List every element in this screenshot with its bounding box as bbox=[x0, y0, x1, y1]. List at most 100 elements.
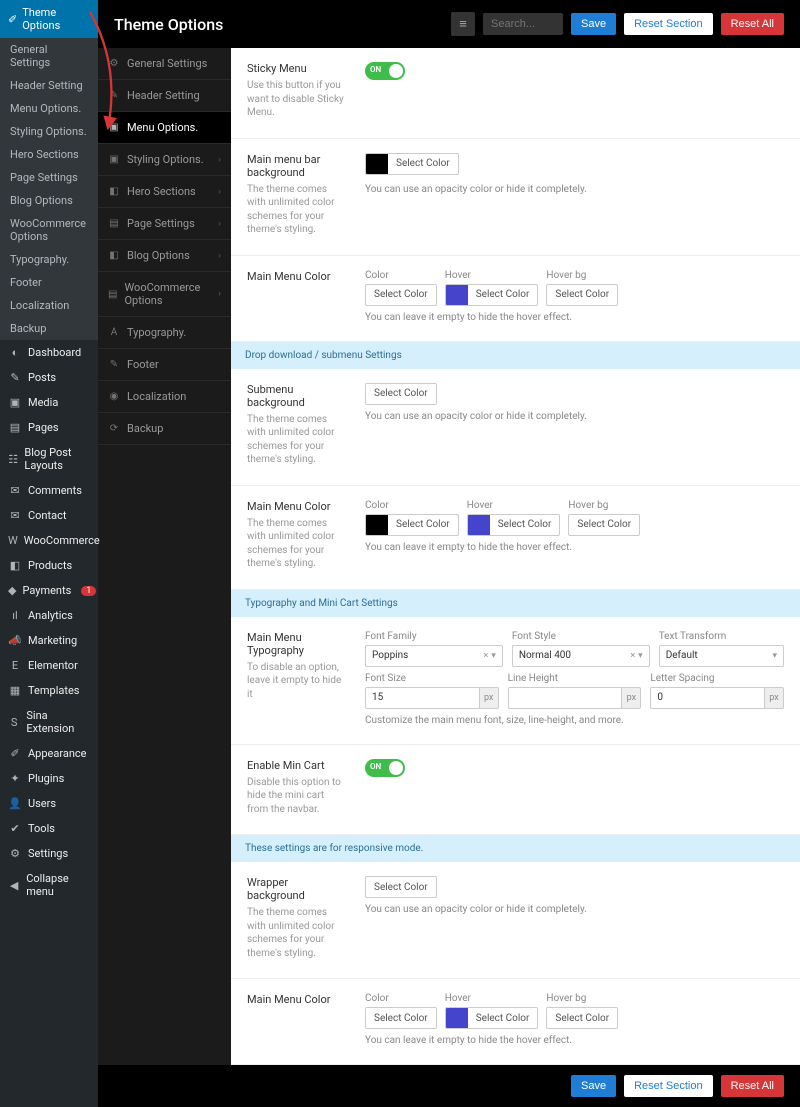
min-cart-toggle[interactable]: ON bbox=[365, 759, 405, 777]
color-picker[interactable]: Select Color bbox=[365, 383, 437, 405]
field-label: Submenu background bbox=[247, 383, 347, 409]
sidebar-item[interactable]: ✎Posts bbox=[0, 365, 98, 390]
menu-icon: ıl bbox=[8, 609, 22, 622]
color-picker[interactable]: Select Color bbox=[365, 876, 437, 898]
sidebar-item[interactable]: ✉Comments bbox=[0, 478, 98, 503]
panel-nav-item[interactable]: ⟳Backup bbox=[98, 413, 231, 445]
sidebar-item[interactable]: ✐Appearance bbox=[0, 741, 98, 766]
sidebar-item[interactable]: ✦Plugins bbox=[0, 766, 98, 791]
sidebar-subitem[interactable]: Page Settings bbox=[0, 166, 98, 189]
sidebar-item[interactable]: 📣 Marketing bbox=[0, 628, 98, 653]
field-label: Main Menu Typography bbox=[247, 631, 347, 657]
color-picker[interactable]: Select Color bbox=[546, 1007, 618, 1029]
panel-nav-item[interactable]: ▤Page Settings› bbox=[98, 208, 231, 240]
sidebar-subitem[interactable]: Header Setting bbox=[0, 74, 98, 97]
menu-icon: 📣 bbox=[8, 634, 22, 647]
sidebar-item[interactable]: ◧Products bbox=[0, 553, 98, 578]
section-submenu-background: Submenu background The theme comes with … bbox=[231, 369, 800, 486]
sidebar-subitem[interactable]: Footer bbox=[0, 271, 98, 294]
reset-all-button[interactable]: Reset All bbox=[721, 13, 784, 35]
sidebar-item-label: Media bbox=[28, 396, 58, 409]
panel-nav-item[interactable]: ▤WooCommerce Options› bbox=[98, 272, 231, 317]
sidebar-subitem[interactable]: Menu Options. bbox=[0, 97, 98, 120]
panel-nav-label: Hero Sections bbox=[127, 185, 196, 198]
color-label: Hover bbox=[445, 993, 539, 1004]
sidebar-subitem[interactable]: Blog Options bbox=[0, 189, 98, 212]
color-picker[interactable]: Select Color bbox=[546, 284, 618, 306]
sidebar-item-label: Plugins bbox=[28, 772, 64, 785]
color-picker[interactable]: Select Color bbox=[365, 514, 459, 536]
sidebar-item[interactable]: EElementor bbox=[0, 653, 98, 678]
font-size-input[interactable]: 15 bbox=[365, 687, 479, 709]
sidebar-item[interactable]: WWooCommerce bbox=[0, 528, 98, 553]
sidebar-item-label: Users bbox=[28, 797, 56, 810]
panel-nav-item[interactable]: ◧Blog Options› bbox=[98, 240, 231, 272]
menu-icon: ✐ bbox=[8, 747, 22, 760]
sidebar-item-label: Blog Post Layouts bbox=[24, 446, 90, 472]
panel-nav-item[interactable]: ◉Localization bbox=[98, 381, 231, 413]
letter-spacing-input[interactable]: 0 bbox=[650, 687, 764, 709]
footer-reset-all-button[interactable]: Reset All bbox=[721, 1075, 784, 1097]
sidebar-item[interactable]: SSina Extension bbox=[0, 703, 98, 741]
panel-nav-item[interactable]: ◧Hero Sections› bbox=[98, 176, 231, 208]
sidebar-submenu: General SettingsHeader SettingMenu Optio… bbox=[0, 38, 98, 340]
panel-nav-label: Styling Options. bbox=[127, 153, 204, 166]
color-picker[interactable]: Select Color bbox=[365, 284, 437, 306]
sticky-menu-toggle[interactable]: ON bbox=[365, 62, 405, 80]
section-sticky-menu: Sticky Menu Use this button if you want … bbox=[231, 48, 800, 139]
color-picker[interactable]: Select Color bbox=[568, 514, 640, 536]
color-picker[interactable]: Select Color bbox=[445, 1007, 539, 1029]
sidebar-active-theme-options[interactable]: ✐ Theme Options bbox=[0, 0, 98, 38]
font-style-select[interactable]: Normal 400×▾ bbox=[512, 645, 650, 667]
expand-icon[interactable]: ≡ bbox=[451, 12, 475, 36]
reset-section-button[interactable]: Reset Section bbox=[624, 13, 712, 35]
text-transform-select[interactable]: Default▾ bbox=[659, 645, 784, 667]
sidebar-item[interactable]: ✉Contact bbox=[0, 503, 98, 528]
sidebar-subitem[interactable]: General Settings bbox=[0, 38, 98, 74]
sidebar-subitem[interactable]: Typography. bbox=[0, 248, 98, 271]
sidebar-item[interactable]: ◀Collapse menu bbox=[0, 866, 98, 904]
sidebar-item[interactable]: ✔Tools bbox=[0, 816, 98, 841]
panel-nav-label: Header Setting bbox=[127, 89, 200, 102]
save-button[interactable]: Save bbox=[571, 13, 616, 35]
panel-nav-item[interactable]: ATypography. bbox=[98, 317, 231, 349]
panel-nav-item[interactable]: ✎Footer bbox=[98, 349, 231, 381]
sidebar-item[interactable]: ⚙Settings bbox=[0, 841, 98, 866]
menubar-bg-colorpicker[interactable]: Select Color bbox=[365, 153, 459, 175]
font-family-select[interactable]: Poppins×▾ bbox=[365, 645, 503, 667]
section-wrapper-background: Wrapper background The theme comes with … bbox=[231, 862, 800, 979]
sidebar-item[interactable]: ▤Pages bbox=[0, 415, 98, 440]
footer-reset-section-button[interactable]: Reset Section bbox=[624, 1075, 712, 1097]
color-label: Hover bg bbox=[546, 270, 618, 281]
panel-nav-item[interactable]: ⚙General Settings bbox=[98, 48, 231, 80]
sidebar-item[interactable]: ☷Blog Post Layouts bbox=[0, 440, 98, 478]
chevron-right-icon: › bbox=[218, 289, 221, 299]
sidebar-item-label: Marketing bbox=[28, 634, 77, 647]
search-input[interactable] bbox=[483, 13, 563, 35]
sidebar-subitem[interactable]: Styling Options. bbox=[0, 120, 98, 143]
sidebar-subitem[interactable]: Backup bbox=[0, 317, 98, 340]
sidebar-item-label: Settings bbox=[28, 847, 68, 860]
color-picker[interactable]: Select Color bbox=[445, 284, 539, 306]
sidebar-subitem[interactable]: WooCommerce Options bbox=[0, 212, 98, 248]
sidebar-item[interactable]: ◆Payments1 bbox=[0, 578, 98, 603]
panel-nav-item[interactable]: ▣Menu Options. bbox=[98, 112, 231, 144]
sidebar-item-label: Contact bbox=[28, 509, 66, 522]
panel-nav-item[interactable]: ▣Styling Options.› bbox=[98, 144, 231, 176]
sidebar-item[interactable]: 👤Users bbox=[0, 791, 98, 816]
color-picker[interactable]: Select Color bbox=[467, 514, 561, 536]
sidebar-item[interactable]: ▦Templates bbox=[0, 678, 98, 703]
unit-label: px bbox=[479, 687, 499, 709]
sidebar-item[interactable]: ▣Media bbox=[0, 390, 98, 415]
panel-nav-item[interactable]: ✎Header Setting bbox=[98, 80, 231, 112]
footer-save-button[interactable]: Save bbox=[571, 1075, 616, 1097]
line-height-input[interactable] bbox=[508, 687, 622, 709]
menu-icon: ▤ bbox=[8, 421, 22, 434]
sidebar-item[interactable]: ◐Dashboard bbox=[0, 340, 98, 365]
sidebar-subitem[interactable]: Localization bbox=[0, 294, 98, 317]
sidebar-subitem[interactable]: Hero Sections bbox=[0, 143, 98, 166]
sidebar-item[interactable]: ılAnalytics bbox=[0, 603, 98, 628]
color-picker[interactable]: Select Color bbox=[365, 1007, 437, 1029]
panel-icon: A bbox=[108, 327, 120, 338]
field-label: Main Menu Color bbox=[247, 270, 347, 283]
